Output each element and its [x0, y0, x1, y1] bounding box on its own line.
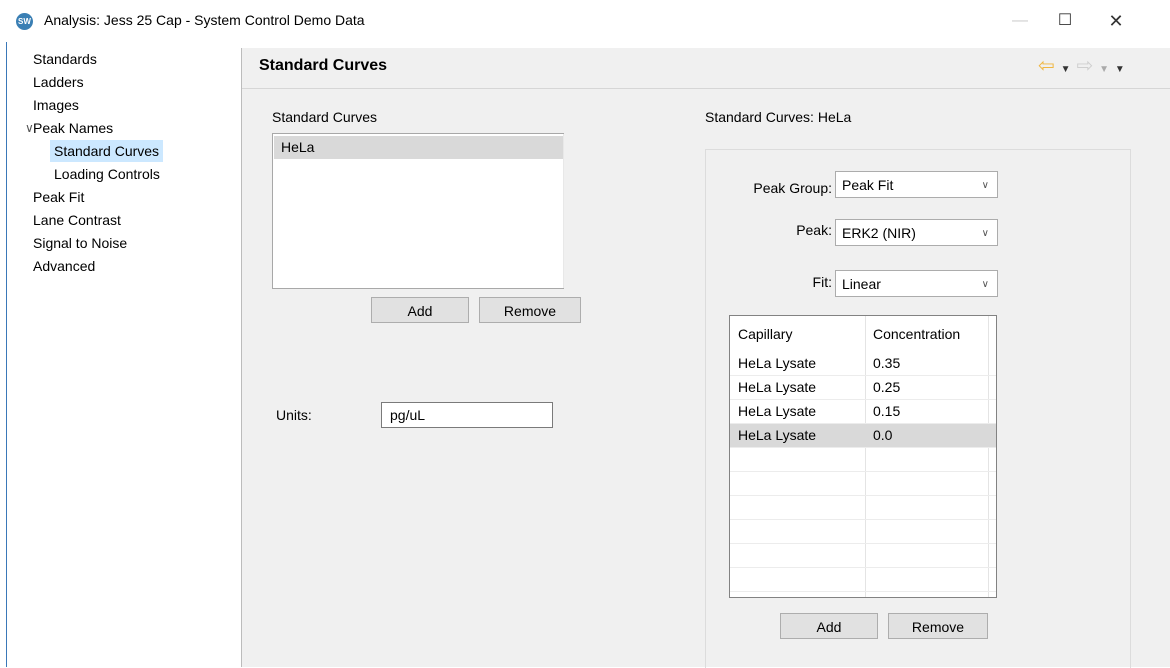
sidebar-nav: Standards Ladders Images ∨ Peak Names St…: [14, 48, 240, 667]
table-row-empty[interactable]: [730, 496, 996, 520]
sidebar-item-lane-contrast[interactable]: Lane Contrast: [33, 209, 121, 231]
table-row-empty[interactable]: [730, 448, 996, 472]
title-bar: SW Analysis: Jess 25 Cap - System Contro…: [0, 0, 1170, 42]
add-row-button[interactable]: Add: [780, 613, 878, 639]
app-logo-icon: SW: [16, 13, 33, 30]
page-header: Standard Curves ⇦ ▼ ⇨ ▼ ▼: [242, 48, 1170, 89]
view-menu-icon[interactable]: ▼: [1115, 64, 1125, 75]
peak-select[interactable]: ERK2 (NIR) ∨: [835, 219, 998, 246]
sidebar-item-standard-curves[interactable]: Standard Curves: [50, 140, 164, 162]
capillary-cell: HeLa Lysate: [738, 379, 817, 395]
concentration-cell[interactable]: 0.35: [865, 352, 988, 375]
arrow-left-icon[interactable]: ⇦: [1038, 53, 1055, 78]
chevron-down-icon[interactable]: ∨: [25, 117, 34, 139]
peak-label: Peak:: [796, 222, 832, 238]
capillary-cell: HeLa Lysate: [738, 427, 817, 443]
fit-value: Linear: [842, 276, 881, 292]
table-row-empty[interactable]: [730, 520, 996, 544]
fit-label: Fit:: [812, 274, 832, 290]
chevron-down-icon: ∨: [981, 180, 989, 191]
table-row-empty[interactable]: [730, 544, 996, 568]
sidebar-item-peak-names[interactable]: ∨ Peak Names: [25, 117, 114, 139]
concentration-cell[interactable]: 0.15: [865, 400, 988, 423]
concentration-cell[interactable]: 0.0: [865, 424, 988, 447]
list-item-label: HeLa: [281, 136, 563, 159]
list-column-divider: [563, 134, 564, 288]
table-row-empty[interactable]: [730, 472, 996, 496]
chevron-down-icon: ∨: [981, 228, 989, 239]
chevron-down-icon[interactable]: ▼: [1099, 64, 1109, 75]
peak-group-label: Peak Group:: [753, 180, 832, 196]
sidebar-item-loading-controls[interactable]: Loading Controls: [54, 163, 160, 185]
table-row[interactable]: HeLa Lysate 0.15: [730, 400, 996, 424]
capillary-cell: HeLa Lysate: [738, 355, 817, 371]
capillary-table[interactable]: Capillary Concentration HeLa Lysate 0.35…: [729, 315, 997, 598]
units-field[interactable]: pg/uL: [381, 402, 553, 428]
chevron-down-icon: ∨: [981, 279, 989, 290]
close-button[interactable]: ✕: [1096, 6, 1136, 36]
concentration-cell[interactable]: 0.25: [865, 376, 988, 399]
standard-curves-list-label: Standard Curves: [272, 109, 378, 125]
standard-curves-list[interactable]: HeLa: [272, 133, 564, 289]
remove-curve-button[interactable]: Remove: [479, 297, 581, 323]
capillary-cell: HeLa Lysate: [738, 403, 817, 419]
list-item[interactable]: HeLa: [274, 136, 563, 159]
table-row[interactable]: HeLa Lysate 0.35: [730, 352, 996, 376]
units-label: Units:: [276, 407, 312, 423]
sidebar-item-peak-fit[interactable]: Peak Fit: [33, 186, 84, 208]
sidebar-item-standards[interactable]: Standards: [33, 48, 97, 70]
peak-group-select[interactable]: Peak Fit ∨: [835, 171, 998, 198]
remove-row-button[interactable]: Remove: [888, 613, 988, 639]
arrow-right-icon[interactable]: ⇨: [1076, 53, 1093, 78]
sidebar-item-images[interactable]: Images: [33, 94, 79, 116]
sidebar-item-label: Peak Names: [33, 120, 114, 136]
edge-line: [6, 42, 7, 667]
add-curve-button[interactable]: Add: [371, 297, 469, 323]
chevron-down-icon[interactable]: ▼: [1061, 64, 1071, 75]
maximize-button[interactable]: ☐: [1045, 6, 1085, 36]
page-title: Standard Curves: [259, 57, 388, 74]
sidebar-item-advanced[interactable]: Advanced: [33, 255, 95, 277]
table-row[interactable]: HeLa Lysate 0.0: [730, 424, 996, 448]
window-edge: [0, 42, 14, 667]
main-content: Standard Curves ⇦ ▼ ⇨ ▼ ▼ Standard Curve…: [242, 48, 1170, 668]
window-title: Analysis: Jess 25 Cap - System Control D…: [44, 12, 365, 28]
peak-value: ERK2 (NIR): [842, 225, 916, 241]
table-row-empty[interactable]: [730, 568, 996, 592]
sidebar-item-signal-to-noise[interactable]: Signal to Noise: [33, 232, 127, 254]
history-navigation: ⇦ ▼ ⇨ ▼ ▼: [1038, 53, 1127, 77]
minimize-button[interactable]: —: [1000, 6, 1040, 36]
fit-select[interactable]: Linear ∨: [835, 270, 998, 297]
column-header-concentration[interactable]: Concentration: [865, 316, 988, 352]
peak-group-value: Peak Fit: [842, 177, 894, 193]
column-header-capillary[interactable]: Capillary: [730, 316, 865, 352]
curve-detail-title: Standard Curves: HeLa: [705, 109, 852, 125]
sidebar-item-ladders[interactable]: Ladders: [33, 71, 84, 93]
table-row[interactable]: HeLa Lysate 0.25: [730, 376, 996, 400]
